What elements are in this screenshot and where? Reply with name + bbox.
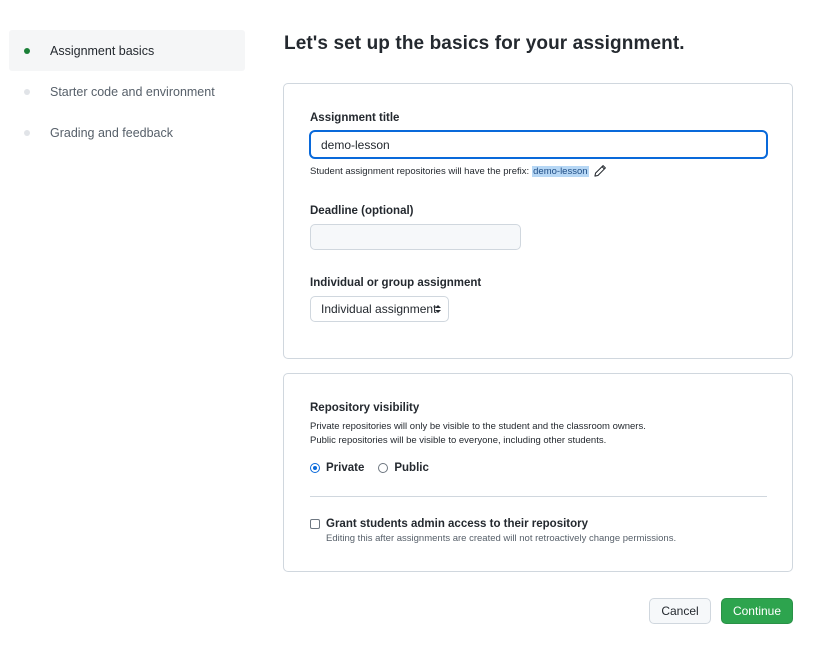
step-dot-icon <box>24 88 30 95</box>
assignment-type-label: Individual or group assignment <box>310 277 482 289</box>
select-arrows-icon <box>435 305 441 313</box>
admin-access-desc: Editing this after assignments are creat… <box>326 533 677 544</box>
public-radio-label[interactable]: Public <box>394 462 429 474</box>
step-dot-icon <box>24 129 30 136</box>
deadline-label: Deadline (optional) <box>310 205 414 217</box>
repository-visibility-card: Repository visibility Private repositori… <box>283 373 793 572</box>
public-radio[interactable] <box>378 463 389 473</box>
visibility-radio-group: Private Public <box>310 462 443 474</box>
deadline-input[interactable] <box>310 224 521 250</box>
admin-access-row: Grant students admin access to their rep… <box>310 518 588 530</box>
private-radio-label[interactable]: Private <box>326 462 364 474</box>
prefix-value: demo-lesson <box>532 165 589 177</box>
visibility-desc-private: Private repositories will only be visibl… <box>310 421 646 432</box>
step-active-dot-icon <box>24 47 30 54</box>
admin-access-label[interactable]: Grant students admin access to their rep… <box>326 518 588 530</box>
private-radio[interactable] <box>310 463 320 473</box>
sidebar-item-label: Grading and feedback <box>50 125 174 140</box>
sidebar-item-grading[interactable]: Grading and feedback <box>9 112 245 153</box>
prefix-note-text: Student assignment repositories will hav… <box>310 165 530 177</box>
pencil-icon[interactable] <box>593 164 607 178</box>
visibility-desc-public: Public repositories will be visible to e… <box>310 435 607 446</box>
assignment-basics-card: Assignment title Student assignment repo… <box>283 83 793 359</box>
assignment-type-select[interactable]: Individual assignment <box>310 296 449 322</box>
sidebar-item-starter-code[interactable]: Starter code and environment <box>9 71 245 112</box>
assignment-type-selected: Individual assignment <box>321 302 437 316</box>
admin-access-checkbox[interactable] <box>310 519 320 529</box>
assignment-title-input[interactable] <box>310 131 767 158</box>
assignment-title-label: Assignment title <box>310 112 400 124</box>
repository-visibility-label: Repository visibility <box>310 402 420 414</box>
divider <box>310 496 767 497</box>
sidebar-item-label: Assignment basics <box>50 43 155 58</box>
sidebar-item-assignment-basics[interactable]: Assignment basics <box>9 30 245 71</box>
cancel-button[interactable]: Cancel <box>649 598 711 624</box>
wizard-sidebar: Assignment basics Starter code and envir… <box>9 30 245 153</box>
continue-button[interactable]: Continue <box>721 598 793 624</box>
prefix-note: Student assignment repositories will hav… <box>310 164 607 178</box>
page-title: Let's set up the basics for your assignm… <box>284 33 685 54</box>
sidebar-item-label: Starter code and environment <box>50 84 215 99</box>
